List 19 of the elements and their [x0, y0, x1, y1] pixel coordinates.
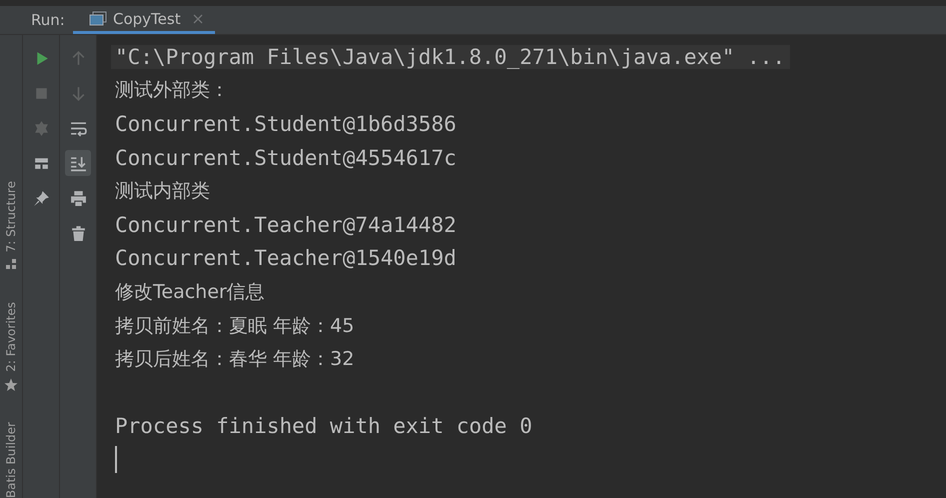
tool-window-tab[interactable]: Batis Builder: [4, 422, 18, 498]
console-output: Concurrent.Student@1b6d3586: [115, 112, 456, 136]
console-output: 测试内部类: [115, 179, 210, 204]
scroll-to-end-icon[interactable]: [65, 150, 91, 176]
star-icon: [4, 378, 18, 392]
close-icon[interactable]: [192, 14, 203, 24]
console-window-icon: [89, 10, 107, 26]
run-label: Run:: [30, 10, 66, 31]
console-output: 测试外部类：: [115, 78, 229, 104]
tool-window-tab[interactable]: 2: Favorites: [4, 302, 18, 372]
console-output: 修改Teacher信息: [115, 280, 265, 305]
console-output: Concurrent.Teacher@1540e19d: [115, 246, 456, 270]
text-cursor: [115, 446, 117, 474]
tool-window-tab[interactable]: 7: Structure: [4, 180, 18, 252]
console-output: 拷贝后姓名：春华 年龄：32: [115, 347, 354, 372]
console-output: Process finished with exit code 0: [115, 414, 532, 438]
console-output: Concurrent.Student@4554617c: [115, 146, 456, 170]
console-output: Concurrent.Teacher@74a14482: [115, 212, 456, 237]
console-output: 拷贝前姓名：夏眠 年龄：45: [115, 314, 354, 339]
